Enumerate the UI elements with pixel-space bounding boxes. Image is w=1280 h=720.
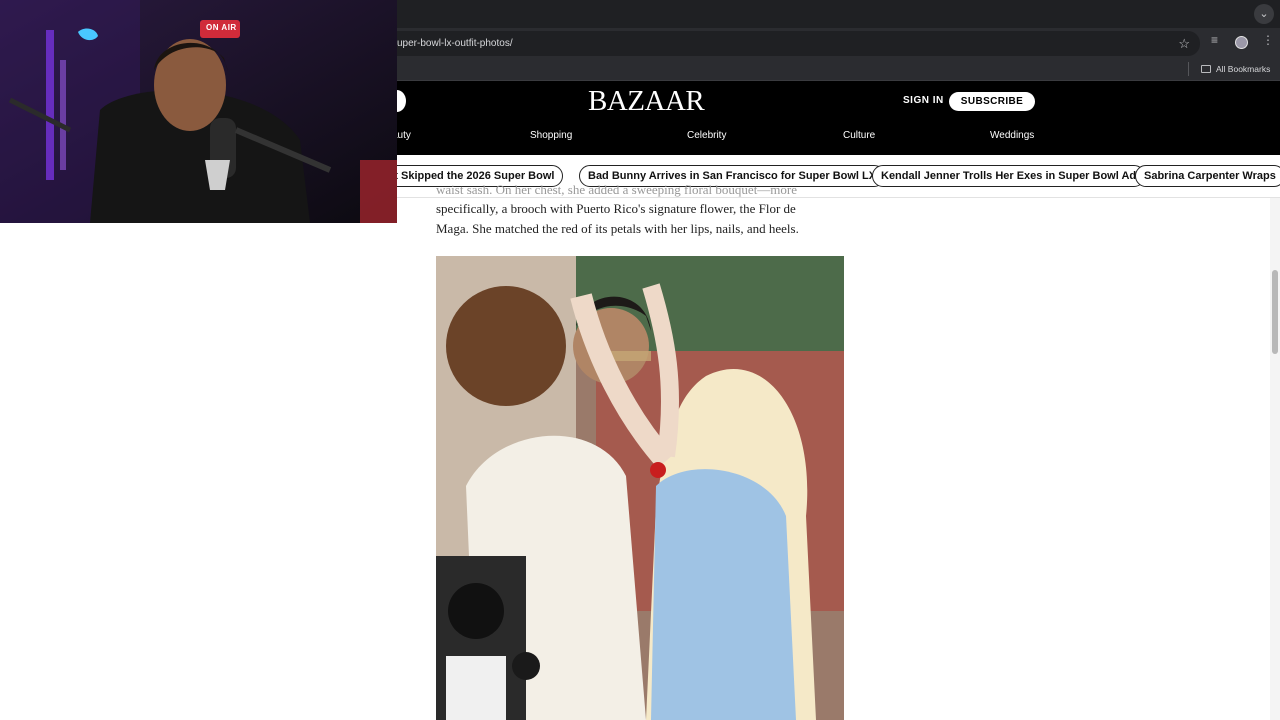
article-photo [436,256,844,720]
bookmarks-divider [1188,62,1189,76]
nav-culture[interactable]: Culture [843,130,875,141]
all-bookmarks-link[interactable]: All Bookmarks [1216,58,1270,81]
trending-pill[interactable]: Kendall Jenner Trolls Her Exes in Super … [872,165,1146,187]
article-paragraph: waist sash. On her chest, she added a sw… [436,180,844,238]
url-text: uper-bowl-lx-outfit-photos/ [397,38,513,49]
sign-in-link[interactable]: SIGN IN [903,95,944,106]
on-air-sign: ON AIR [206,23,237,32]
chevron-down-icon[interactable]: ⌄ [1254,4,1274,24]
trending-pill[interactable]: Sabrina Carpenter Wraps [1135,165,1280,187]
reading-list-icon[interactable]: ≡ [1211,33,1218,47]
nav-celebrity[interactable]: Celebrity [687,130,726,141]
page-scrollbar[interactable] [1270,198,1280,720]
star-icon[interactable]: ☆ [1178,31,1190,56]
paragraph-line: Maga. She matched the red of its petals … [436,220,799,236]
menu-icon[interactable]: ⋮ [1262,33,1274,47]
nav-weddings[interactable]: Weddings [990,130,1034,141]
paragraph-line: waist sash. On her chest, she added a sw… [436,182,798,197]
site-logo[interactable]: BAZAAR [588,85,705,118]
folder-icon [1201,65,1211,73]
scrollbar-thumb[interactable] [1272,270,1278,354]
subscribe-button[interactable]: SUBSCRIBE [949,92,1035,111]
webcam-overlay: ON AIR [0,0,397,223]
paragraph-line: specifically, a brooch with Puerto Rico'… [436,201,796,216]
profile-avatar[interactable] [1235,36,1248,49]
nav-shopping[interactable]: Shopping [530,130,572,141]
